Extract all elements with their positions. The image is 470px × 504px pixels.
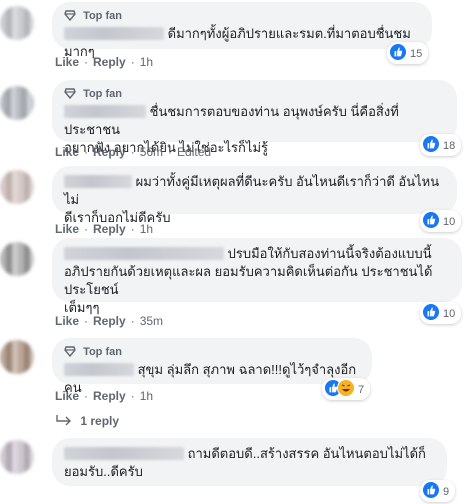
comment-bubble: Top fan ชื่นชมการตอบของท่าน อนุพงษ์ครับ … [52,80,457,155]
comment-text: ถามดีตอบดี..สร้างสรรค อันไหนตอบไม่ได้ก็ [187,446,426,461]
author-name-redacted[interactable] [64,247,224,260]
comment-text: อภิปรายกันด้วยเหตุและผล ยอมรับความคิดเห็… [64,264,433,297]
author-name-redacted[interactable] [64,175,132,188]
top-fan-icon [64,346,76,357]
edited-label[interactable]: Edited [177,144,211,160]
like-reaction-icon [422,135,440,153]
reply-button[interactable]: Reply [93,144,126,160]
like-button[interactable]: Like [55,54,79,70]
like-button[interactable]: Like [55,221,79,237]
comment-actions: Like · Reply · 1h [55,388,154,404]
like-reaction-icon [422,211,440,229]
top-fan-badge: Top fan [64,345,360,359]
top-fan-label: Top fan [83,346,122,358]
like-reaction-icon [389,43,407,61]
comment-bubble: ปรบมือให้กับสองท่านนี้จริงต้องแบบนี้ อภิ… [52,238,462,315]
timestamp[interactable]: 56m [140,144,163,160]
reaction-summary[interactable]: 18 [420,134,462,156]
replies-count[interactable]: 1 reply [80,414,119,428]
reaction-summary[interactable]: 10 [420,210,462,232]
like-button[interactable]: Like [55,313,79,329]
top-fan-label: Top fan [83,88,122,100]
reaction-count: 15 [410,48,423,60]
avatar[interactable] [0,340,34,374]
reply-button[interactable]: Reply [93,313,126,329]
comment-text: ยอมรับ..ดีครับ [64,464,143,479]
reply-arrow-icon [56,415,71,426]
reaction-count: 7 [358,384,365,396]
avatar[interactable] [0,6,34,40]
reaction-count: 9 [443,486,450,498]
top-fan-label: Top fan [83,10,122,22]
reply-button[interactable]: Reply [93,221,126,237]
author-name-redacted[interactable] [64,447,184,460]
like-reaction-icon [422,303,440,321]
reaction-summary[interactable]: 10 [420,302,462,324]
top-fan-icon [64,88,76,99]
comment-text: ปรบมือให้กับสองท่านนี้จริงต้องแบบนี้ [227,246,432,261]
like-button[interactable]: Like [55,144,79,160]
top-fan-icon [64,10,76,21]
avatar[interactable] [0,170,34,204]
author-name-redacted[interactable] [64,105,146,118]
top-fan-badge: Top fan [64,9,420,23]
reply-button[interactable]: Reply [93,54,126,70]
like-button[interactable]: Like [55,388,79,404]
reply-button[interactable]: Reply [93,388,126,404]
reaction-summary[interactable]: 9 [420,480,456,502]
like-reaction-icon [422,481,440,499]
timestamp[interactable]: 35m [140,313,163,329]
comment-bubble: Top fan สุขุม ลุ่มลึก สุภาพ ฉลาด!!!ดูไว้… [52,338,372,395]
view-replies-link[interactable]: 1 reply [55,414,119,428]
avatar[interactable] [0,440,34,474]
reaction-count: 10 [443,216,456,228]
author-name-redacted[interactable] [64,27,164,40]
timestamp[interactable]: 1h [140,388,153,404]
author-name-redacted[interactable] [64,363,134,376]
reaction-summary[interactable]: 7 [322,378,371,400]
timestamp[interactable]: 1h [140,221,153,237]
reaction-count: 18 [443,140,456,152]
reaction-count: 10 [443,308,456,320]
comment-actions: Like · Reply · 1h [55,54,154,70]
comment-actions: Like · Reply · 56m · Edited [55,144,212,160]
comment-actions: Like · Reply · 35m [55,313,164,329]
avatar[interactable] [0,242,34,276]
reaction-summary[interactable]: 15 [387,42,429,64]
haha-reaction-icon [337,379,355,397]
comment-bubble: ถามดีตอบดี..สร้างสรรค อันไหนตอบไม่ได้ก็ … [52,438,447,486]
comment-bubble: ผมว่าทั้งคู่มีเหตุผลที่ดีนะครับ อันไหนดี… [52,166,457,225]
comment-actions: Like · Reply · 1h [55,221,154,237]
timestamp[interactable]: 1h [140,54,153,70]
comment-bubble: Top fan ดีมากๆทั้งผู้อภิปรายและรมต.ที่มา… [52,2,432,59]
avatar[interactable] [0,86,34,120]
top-fan-badge: Top fan [64,87,445,101]
